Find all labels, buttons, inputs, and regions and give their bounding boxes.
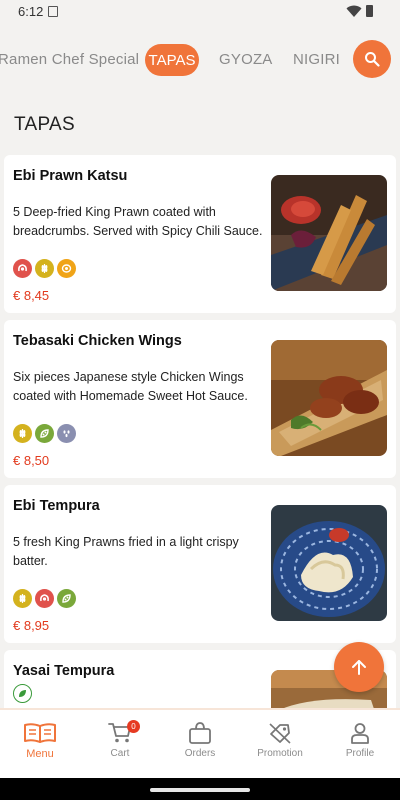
dish-price: € 8,95: [13, 618, 50, 633]
battery-icon: [366, 5, 373, 17]
dish-name: Yasai Tempura: [13, 663, 115, 679]
dish-card-ebi-prawn-katsu[interactable]: Ebi Prawn Katsu 5 Deep-fried King Prawn …: [4, 155, 396, 313]
arrow-up-icon: [352, 660, 366, 675]
scroll-to-top-button[interactable]: [334, 642, 384, 692]
gluten-icon: [35, 259, 54, 278]
section-title: TAPAS: [14, 114, 75, 135]
home-indicator[interactable]: [150, 788, 250, 792]
cart-count-badge: 0: [127, 720, 140, 733]
sesame-icon: [57, 424, 76, 443]
nav-cart-label: Cart: [110, 748, 130, 759]
nav-cart[interactable]: 0 Cart: [80, 710, 160, 778]
nav-profile[interactable]: Profile: [320, 710, 400, 778]
dish-image: [271, 505, 387, 621]
egg-icon: [57, 259, 76, 278]
dish-card-tebasaki-chicken-wings[interactable]: Tebasaki Chicken Wings Six pieces Japane…: [4, 320, 396, 478]
nav-promotion-label: Promotion: [257, 748, 303, 759]
book-icon: [24, 723, 56, 743]
allergen-badges: [13, 684, 32, 703]
vegan-icon: [13, 684, 32, 703]
allergen-badges: [13, 424, 76, 443]
dish-image: [271, 340, 387, 456]
status-bar: 6:12: [0, 0, 400, 24]
dish-name: Ebi Prawn Katsu: [13, 168, 128, 184]
dish-price: € 8,45: [13, 288, 50, 303]
person-icon: [351, 723, 369, 744]
nav-menu-label: Menu: [26, 748, 54, 760]
promotion-tag-icon: [269, 723, 291, 744]
crustacean-icon: [35, 589, 54, 608]
gluten-icon: [13, 589, 32, 608]
category-ramen-chef-special[interactable]: Ramen Chef Special: [0, 51, 139, 68]
status-time: 6:12: [18, 4, 44, 19]
search-icon: [365, 52, 380, 67]
search-button[interactable]: [353, 40, 391, 78]
dish-description: Six pieces Japanese style Chicken Wings …: [13, 370, 248, 403]
nav-promotion[interactable]: Promotion: [240, 710, 320, 778]
dish-image: [271, 175, 387, 291]
dish-description: 5 Deep-fried King Prawn coated with brea…: [13, 205, 263, 238]
soy-icon: [35, 424, 54, 443]
nav-orders-label: Orders: [184, 748, 216, 759]
category-tapas[interactable]: TAPAS: [145, 44, 199, 76]
nav-orders[interactable]: Orders: [160, 710, 240, 778]
dish-name: Ebi Tempura: [13, 498, 100, 514]
soy-icon: [57, 589, 76, 608]
category-nigiri[interactable]: NIGIRI: [293, 51, 340, 68]
wifi-icon: [346, 5, 362, 17]
crustacean-icon: [13, 259, 32, 278]
allergen-badges: [13, 259, 76, 278]
category-gyoza[interactable]: GYOZA: [219, 51, 273, 68]
gluten-icon: [13, 424, 32, 443]
bottom-navigation: Menu 0 Cart Orders Promotion Profile: [0, 708, 400, 778]
dish-card-ebi-tempura[interactable]: Ebi Tempura 5 fresh King Prawns fried in…: [4, 485, 396, 643]
bag-icon: [189, 722, 211, 744]
category-bar: Ramen Chef Special TAPAS GYOZA NIGIRI: [0, 36, 400, 82]
dish-name: Tebasaki Chicken Wings: [13, 333, 182, 349]
dish-description: 5 fresh King Prawns fried in a light cri…: [13, 535, 239, 568]
nav-menu[interactable]: Menu: [0, 710, 80, 778]
sim-icon: [48, 6, 58, 17]
dish-price: € 8,50: [13, 453, 50, 468]
nav-profile-label: Profile: [345, 748, 375, 759]
allergen-badges: [13, 589, 76, 608]
